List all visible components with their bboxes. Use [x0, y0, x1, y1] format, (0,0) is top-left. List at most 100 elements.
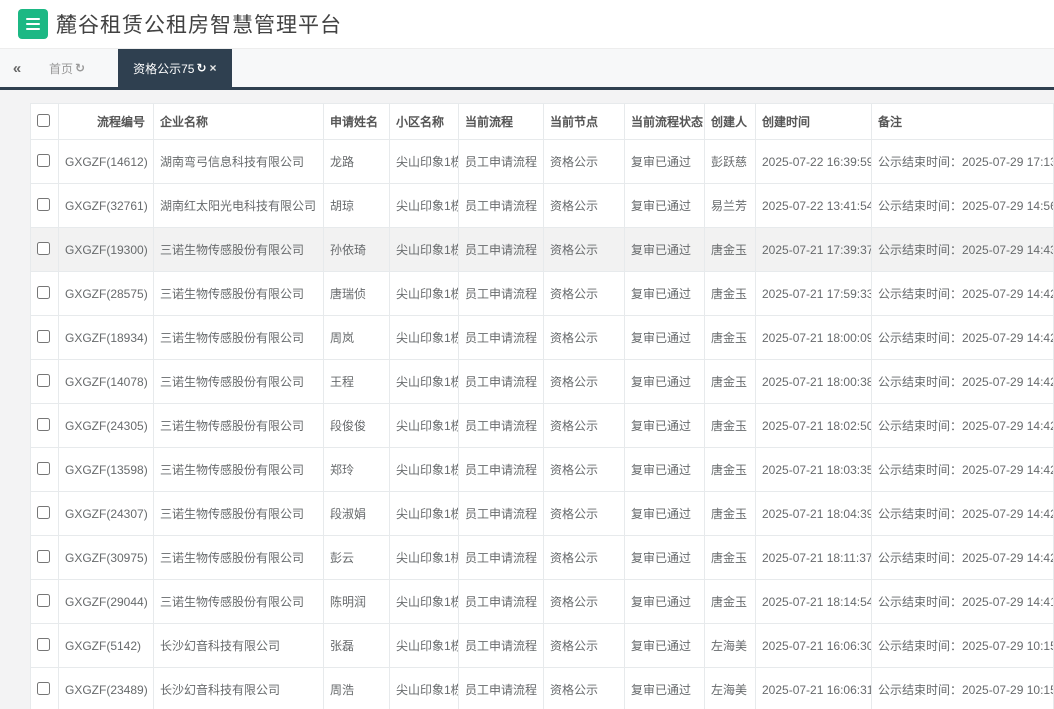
table-row: GXGZF(23489) 长沙幻音科技有限公司 周浩 尖山印象1栋 员工申请流程 资格公示… — [30, 667, 1054, 709]
row-checkbox[interactable] — [37, 241, 50, 255]
table-cell: GXGZF(32761) — [58, 183, 154, 228]
table-cell: 长沙幻音科技有限公司 — [153, 667, 324, 709]
table-cell: 资格公示 — [543, 535, 625, 580]
table-cell: 唐金玉 — [704, 447, 756, 492]
tab-bar: « 首页 ↻ 资格公示75 ↻ × — [0, 48, 1054, 90]
table-cell: 唐金玉 — [704, 491, 756, 536]
table-cell: 公示结束时间：2025-07-29 14:56:05 — [871, 183, 1054, 228]
records-table: 流程编号 企业名称 申请姓名 小区名称 当前流程 当前节点 当前流程状态 创建人 创建时间 备注 … — [30, 103, 1054, 709]
column-header: 备注 — [871, 103, 1054, 140]
table-cell: 尖山印象1栋 — [389, 183, 459, 228]
table-cell: 胡琼 — [323, 183, 390, 228]
table-cell: 2025-07-21 18:03:35 — [755, 447, 872, 492]
tabs-collapse-button[interactable]: « — [0, 49, 34, 87]
row-checkbox[interactable] — [37, 153, 50, 167]
table-cell: 资格公示 — [543, 271, 625, 316]
table-cell: 三诺生物传感股份有限公司 — [153, 227, 324, 272]
table-cell: 员工申请流程 — [458, 447, 544, 492]
table-header: 流程编号 企业名称 申请姓名 小区名称 当前流程 当前节点 当前流程状态 创建人 创建时间 备注 — [30, 103, 1054, 140]
select-all-checkbox[interactable] — [37, 113, 50, 127]
table-cell: 复审已通过 — [624, 183, 705, 228]
row-checkbox[interactable] — [37, 549, 50, 563]
close-icon[interactable]: × — [210, 61, 217, 75]
checkbox-cell — [30, 579, 59, 624]
table-cell: 唐金玉 — [704, 227, 756, 272]
table-cell: 三诺生物传感股份有限公司 — [153, 535, 324, 580]
refresh-icon[interactable]: ↻ — [196, 61, 206, 75]
table-cell: GXGZF(28575) — [58, 271, 154, 316]
table-cell: 资格公示 — [543, 447, 625, 492]
table-cell: 公示结束时间：2025-07-29 14:41:52 — [871, 579, 1054, 624]
table-cell: 复审已通过 — [624, 623, 705, 668]
table-cell: GXGZF(23489) — [58, 667, 154, 709]
row-checkbox[interactable] — [37, 197, 50, 211]
table-cell: 资格公示 — [543, 139, 625, 184]
table-row: GXGZF(30975) 三诺生物传感股份有限公司 彭云 尖山印象1栟 员工申请流程 资格… — [30, 535, 1054, 580]
table-row: GXGZF(5142) 长沙幻音科技有限公司 张磊 尖山印象1栋 员工申请流程 资格公示复… — [30, 623, 1054, 668]
table-cell: 员工申请流程 — [458, 139, 544, 184]
table-cell: 员工申请流程 — [458, 271, 544, 316]
table-cell: 唐金玉 — [704, 579, 756, 624]
table-cell: 员工申请流程 — [458, 535, 544, 580]
hamburger-icon — [26, 18, 40, 30]
row-checkbox[interactable] — [37, 637, 50, 651]
table-cell: 2025-07-21 18:04:39 — [755, 491, 872, 536]
checkbox-cell — [30, 139, 59, 184]
checkbox-cell — [30, 271, 59, 316]
tab-home[interactable]: 首页 ↻ — [34, 49, 100, 87]
column-header: 当前节点 — [543, 103, 625, 140]
column-header: 申请姓名 — [323, 103, 390, 140]
table-cell: 彭跃慈 — [704, 139, 756, 184]
checkbox-cell — [30, 403, 59, 448]
table-cell: 复审已通过 — [624, 227, 705, 272]
checkbox-cell — [30, 227, 59, 272]
row-checkbox[interactable] — [37, 285, 50, 299]
row-checkbox[interactable] — [37, 505, 50, 519]
tab-qualification-publicity[interactable]: 资格公示75 ↻ × — [118, 49, 232, 87]
table-cell: 尖山印象1栋 — [389, 579, 459, 624]
table-cell: 员工申请流程 — [458, 623, 544, 668]
table-header-row: 流程编号 企业名称 申请姓名 小区名称 当前流程 当前节点 当前流程状态 创建人 创建时间 备注 — [30, 103, 1054, 140]
refresh-icon[interactable]: ↻ — [75, 61, 85, 75]
table-cell: 周浩 — [323, 667, 390, 709]
table-row: GXGZF(14612) 湖南弯弓信息科技有限公司 龙路 尖山印象1栋 员工申请流程 资格… — [30, 139, 1054, 184]
table-cell: 员工申请流程 — [458, 491, 544, 536]
table-cell: 尖山印象1栋 — [389, 667, 459, 709]
table-row: GXGZF(29044) 三诺生物传感股份有限公司 陈明润 尖山印象1栋 员工申请流程资… — [30, 579, 1054, 624]
table-cell: 尖山印象1栋 — [389, 447, 459, 492]
table-cell: 公示结束时间：2025-07-29 14:42:47 — [871, 315, 1054, 360]
table-row: GXGZF(14078) 三诺生物传感股份有限公司 王程 尖山印象1栋 员工申请流程 资格… — [30, 359, 1054, 404]
table-cell: 2025-07-21 18:11:37 — [755, 535, 872, 580]
table-body: GXGZF(14612) 湖南弯弓信息科技有限公司 龙路 尖山印象1栋 员工申请流程 资格… — [30, 139, 1054, 709]
table-cell: 2025-07-21 18:00:38 — [755, 359, 872, 404]
column-header: 企业名称 — [153, 103, 324, 140]
row-checkbox[interactable] — [37, 329, 50, 343]
checkbox-cell — [30, 359, 59, 404]
select-all-cell — [30, 103, 59, 140]
table-cell: 2025-07-22 13:41:54 — [755, 183, 872, 228]
column-header: 当前流程状态 — [624, 103, 705, 140]
row-checkbox[interactable] — [37, 681, 50, 695]
checkbox-cell — [30, 315, 59, 360]
row-checkbox[interactable] — [37, 593, 50, 607]
row-checkbox[interactable] — [37, 373, 50, 387]
column-header: 创建时间 — [755, 103, 872, 140]
table-row: GXGZF(19300) 三诺生物传感股份有限公司 孙依琦 尖山印象1栋 员工申请流程资… — [30, 227, 1054, 272]
table-cell: 资格公示 — [543, 491, 625, 536]
row-checkbox[interactable] — [37, 417, 50, 431]
table-cell: 公示结束时间：2025-07-29 10:15:21 — [871, 667, 1054, 709]
table-cell: 孙依琦 — [323, 227, 390, 272]
table-cell: GXGZF(19300) — [58, 227, 154, 272]
table-cell: 复审已通过 — [624, 535, 705, 580]
table-cell: GXGZF(18934) — [58, 315, 154, 360]
checkbox-cell — [30, 667, 59, 709]
table-cell: 员工申请流程 — [458, 667, 544, 709]
table-cell: 资格公示 — [543, 227, 625, 272]
table-cell: 公示结束时间：2025-07-29 14:42:16 — [871, 491, 1054, 536]
table-cell: 段淑娟 — [323, 491, 390, 536]
row-checkbox[interactable] — [37, 461, 50, 475]
menu-toggle-button[interactable] — [18, 9, 48, 39]
table-cell: 2025-07-21 16:06:30 — [755, 623, 872, 668]
table-cell: 陈明润 — [323, 579, 390, 624]
table-cell: 唐瑞侦 — [323, 271, 390, 316]
